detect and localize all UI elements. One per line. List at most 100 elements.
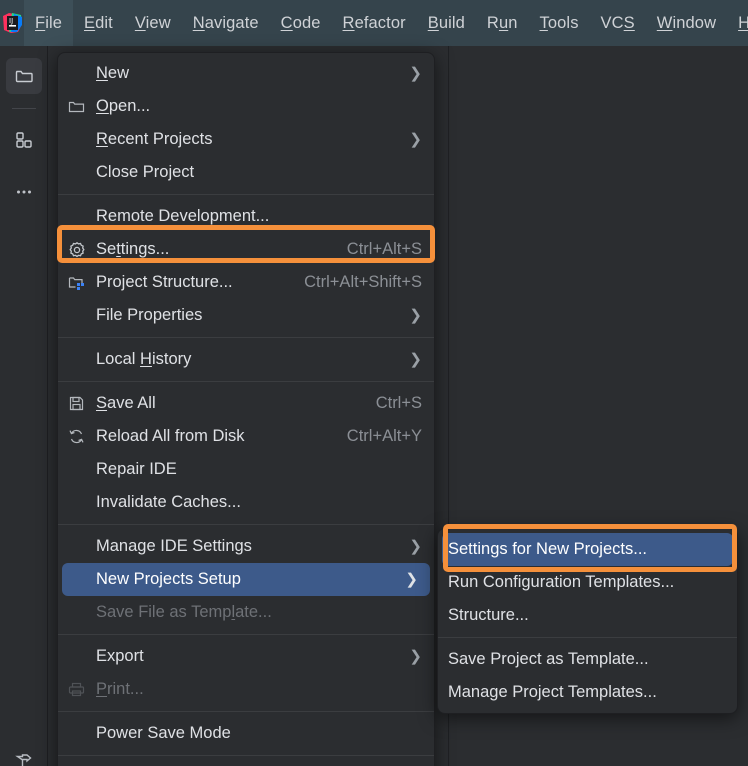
menu-item-exit[interactable]: Exit — [58, 761, 434, 766]
chevron-right-icon: ❯ — [409, 65, 422, 82]
menu-item-label: Save Project as Template... — [448, 650, 649, 668]
menu-item-label: Save All — [96, 394, 156, 412]
menu-item-repair-ide[interactable]: Repair IDE — [58, 453, 434, 486]
menu-item-label: Local History — [96, 350, 192, 368]
menubar-item-code[interactable]: Code — [270, 0, 332, 46]
no-icon — [68, 207, 94, 227]
reload-icon — [68, 427, 94, 447]
menu-item-label: New — [96, 64, 130, 82]
no-icon — [68, 570, 94, 590]
menu-item-file-properties[interactable]: File Properties ❯ — [58, 299, 434, 332]
no-icon — [68, 306, 94, 326]
menu-bar: IJ File Edit View Navigate Code Refactor… — [0, 0, 748, 46]
menu-item-label: Reload All from Disk — [96, 427, 245, 445]
menu-item-label: File Properties — [96, 306, 203, 324]
chevron-right-icon: ❯ — [409, 648, 422, 665]
menubar-item-edit[interactable]: Edit — [73, 0, 124, 46]
menu-item-label: Remote Development... — [96, 207, 270, 225]
menu-item-shortcut: Ctrl+Alt+S — [346, 240, 422, 258]
menu-item-local-history[interactable]: Local History ❯ — [58, 343, 434, 376]
menu-item-new[interactable]: New ❯ — [58, 57, 434, 90]
ide-window: IJ File Edit View Navigate Code Refactor… — [0, 0, 748, 766]
menu-item-label: New Projects Setup — [96, 570, 241, 588]
menubar-item-tools[interactable]: Tools — [529, 0, 590, 46]
menu-separator — [58, 524, 434, 525]
menu-item-project-structure[interactable]: Project Structure... Ctrl+Alt+Shift+S — [58, 266, 434, 299]
menu-item-shortcut: Ctrl+Alt+Shift+S — [304, 273, 422, 291]
no-icon — [68, 64, 94, 84]
svg-text:IJ: IJ — [9, 17, 13, 25]
chevron-right-icon: ❯ — [409, 307, 422, 324]
menubar-item-run[interactable]: Run — [476, 0, 529, 46]
chevron-right-icon: ❯ — [409, 131, 422, 148]
print-icon — [68, 680, 94, 700]
submenu-item-settings-for-new-projects[interactable]: Settings for New Projects... — [442, 533, 733, 566]
submenu-item-run-configuration-templates[interactable]: Run Configuration Templates... — [438, 566, 737, 599]
menu-item-save-file-as-template: Save File as Template... — [58, 596, 434, 629]
menu-item-label: Settings... — [96, 240, 170, 258]
menu-item-label: Invalidate Caches... — [96, 493, 241, 511]
chevron-right-icon: ❯ — [409, 538, 422, 555]
no-icon — [68, 130, 94, 150]
menu-item-manage-ide-settings[interactable]: Manage IDE Settings ❯ — [58, 530, 434, 563]
menu-item-label: Manage Project Templates... — [448, 683, 657, 701]
menubar-item-navigate[interactable]: Navigate — [182, 0, 270, 46]
menu-item-open[interactable]: Open... — [58, 90, 434, 123]
submenu-item-save-project-as-template[interactable]: Save Project as Template... — [438, 643, 737, 676]
submenu-item-structure[interactable]: Structure... — [438, 599, 737, 632]
menu-item-invalidate-caches[interactable]: Invalidate Caches... — [58, 486, 434, 519]
menubar-item-vcs[interactable]: VCS — [590, 0, 646, 46]
menu-item-export[interactable]: Export ❯ — [58, 640, 434, 673]
menubar-item-help[interactable]: Help — [727, 0, 748, 46]
menu-item-label: Close Project — [96, 163, 195, 181]
menu-item-label: Settings for New Projects... — [448, 540, 647, 558]
menubar-item-view[interactable]: View — [124, 0, 182, 46]
menu-item-print: Print... — [58, 673, 434, 706]
project-folder-icon — [14, 66, 34, 86]
menu-item-close-project[interactable]: Close Project — [58, 156, 434, 189]
tool-button-project[interactable] — [6, 58, 42, 94]
menu-item-new-projects-setup[interactable]: New Projects Setup ❯ — [62, 563, 430, 596]
menu-item-label: Open... — [96, 97, 151, 115]
save-icon — [68, 394, 94, 414]
menu-item-label: Run Configuration Templates... — [448, 573, 675, 591]
project-structure-icon — [68, 273, 94, 293]
menu-separator — [58, 634, 434, 635]
no-icon — [68, 603, 94, 623]
left-tool-strip — [0, 46, 48, 766]
tool-button-build[interactable] — [6, 742, 42, 766]
tool-button-more[interactable] — [6, 174, 42, 210]
menu-item-label: Manage IDE Settings — [96, 537, 252, 555]
menubar-item-window[interactable]: Window — [646, 0, 727, 46]
menu-item-recent-projects[interactable]: Recent Projects ❯ — [58, 123, 434, 156]
menu-item-reload-all-from-disk[interactable]: Reload All from Disk Ctrl+Alt+Y — [58, 420, 434, 453]
menu-item-settings[interactable]: Settings... Ctrl+Alt+S — [58, 233, 434, 266]
app-logo: IJ — [0, 0, 24, 46]
menu-separator — [58, 711, 434, 712]
menu-item-label: Save File as Template... — [96, 603, 272, 621]
no-icon — [68, 647, 94, 667]
tool-strip-separator — [12, 108, 36, 109]
structure-blocks-icon — [14, 130, 34, 150]
submenu-item-manage-project-templates[interactable]: Manage Project Templates... — [438, 676, 737, 709]
menu-item-label: Recent Projects — [96, 130, 213, 148]
menu-item-remote-development[interactable]: Remote Development... — [58, 200, 434, 233]
menu-item-power-save-mode[interactable]: Power Save Mode — [58, 717, 434, 750]
menu-separator — [58, 194, 434, 195]
menubar-item-build[interactable]: Build — [417, 0, 476, 46]
menu-item-save-all[interactable]: Save All Ctrl+S — [58, 387, 434, 420]
menu-item-label: Export — [96, 647, 144, 665]
menu-separator — [58, 755, 434, 756]
menu-separator — [58, 337, 434, 338]
chevron-right-icon: ❯ — [405, 571, 418, 588]
menu-item-label: Print... — [96, 680, 144, 698]
menubar-item-file[interactable]: File — [24, 0, 73, 46]
build-hammer-icon — [14, 750, 34, 766]
tool-button-structure[interactable] — [6, 122, 42, 158]
menu-item-shortcut: Ctrl+Alt+Y — [346, 427, 422, 445]
new-projects-setup-submenu: Settings for New Projects... Run Configu… — [437, 528, 738, 714]
menu-separator — [58, 381, 434, 382]
menubar-item-refactor[interactable]: Refactor — [332, 0, 417, 46]
no-icon — [68, 537, 94, 557]
menu-item-label: Structure... — [448, 606, 529, 624]
